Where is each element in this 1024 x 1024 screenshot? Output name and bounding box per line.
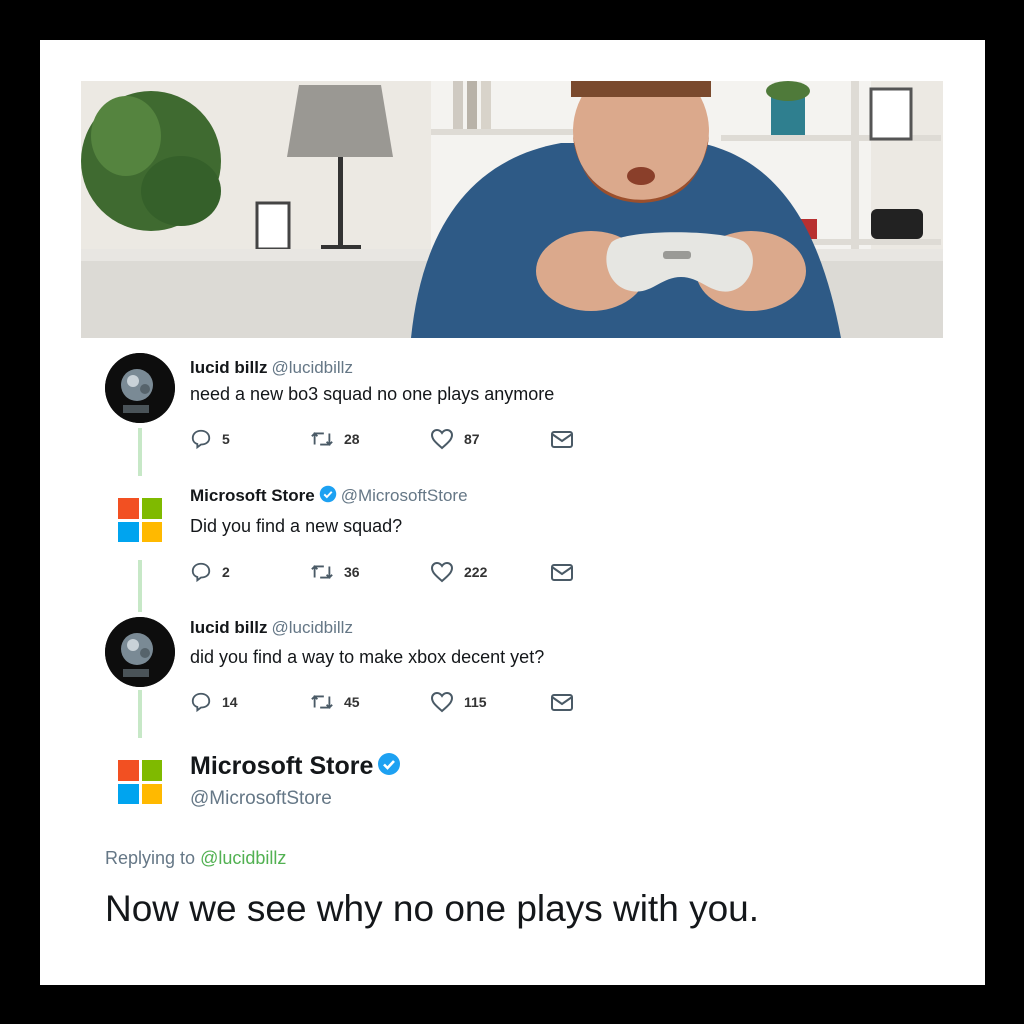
tweet-text: Did you find a new squad? (190, 516, 403, 536)
retweet-button[interactable]: 36 (310, 561, 430, 583)
microsoft-logo[interactable] (118, 498, 162, 542)
verified-icon (319, 485, 336, 503)
final-tweet-text: Now we see why no one plays with you. (105, 888, 760, 929)
final-tweet-author-name[interactable]: Microsoft Store (190, 752, 401, 781)
like-icon (430, 691, 454, 713)
thread-line (138, 560, 142, 612)
dm-icon (551, 564, 573, 581)
reply-button[interactable]: 2 (190, 561, 310, 583)
tweet-author-handle[interactable]: @MicrosoftStore (341, 486, 468, 505)
tweet-author-handle[interactable]: @lucidbillz (271, 358, 353, 377)
tweet-author-handle[interactable]: @lucidbillz (271, 618, 353, 637)
reply-mention-link[interactable]: @lucidbillz (200, 848, 286, 868)
tweet-author-name[interactable]: lucid billz @lucidbillz (190, 618, 353, 638)
avatar[interactable] (105, 353, 175, 423)
tweet-actions: 14 45 115 (190, 689, 670, 715)
retweet-icon (311, 695, 333, 709)
dm-button[interactable] (550, 691, 670, 713)
thread-line (138, 690, 142, 738)
like-icon (430, 428, 454, 450)
dm-icon (551, 431, 573, 448)
tweet-author-name[interactable]: Microsoft Store @MicrosoftStore (190, 485, 468, 506)
tweet-text: need a new bo3 squad no one plays anymor… (190, 384, 555, 404)
dm-icon (551, 694, 573, 711)
replying-to: Replying to @lucidbillz (105, 848, 287, 868)
like-icon (430, 561, 454, 583)
like-button[interactable]: 87 (430, 428, 550, 450)
retweet-icon (311, 432, 333, 446)
gamer-photo (81, 81, 943, 338)
final-tweet-author-handle[interactable]: @MicrosoftStore (190, 788, 332, 810)
reply-icon (191, 562, 211, 583)
dm-button[interactable] (550, 561, 670, 583)
dm-button[interactable] (550, 428, 670, 450)
retweet-button[interactable]: 45 (310, 691, 430, 713)
retweet-button[interactable]: 28 (310, 428, 430, 450)
reply-button[interactable]: 5 (190, 428, 310, 450)
microsoft-logo[interactable] (118, 760, 162, 804)
reply-icon (191, 429, 211, 450)
tweet-text: did you find a way to make xbox decent y… (190, 647, 545, 667)
like-button[interactable]: 222 (430, 561, 550, 583)
avatar[interactable] (105, 617, 175, 687)
tweet-actions: 2 36 222 (190, 559, 670, 585)
reply-button[interactable]: 14 (190, 691, 310, 713)
retweet-icon (311, 565, 333, 579)
tweet-author-name[interactable]: lucid billz @lucidbillz (190, 358, 353, 378)
meme-card: lucid billz @lucidbillz need a new bo3 sq… (40, 40, 985, 985)
verified-icon (378, 753, 401, 775)
tweet-actions: 5 28 87 (190, 426, 670, 452)
thread-line (138, 428, 142, 476)
reply-icon (191, 692, 211, 713)
like-button[interactable]: 115 (430, 691, 550, 713)
